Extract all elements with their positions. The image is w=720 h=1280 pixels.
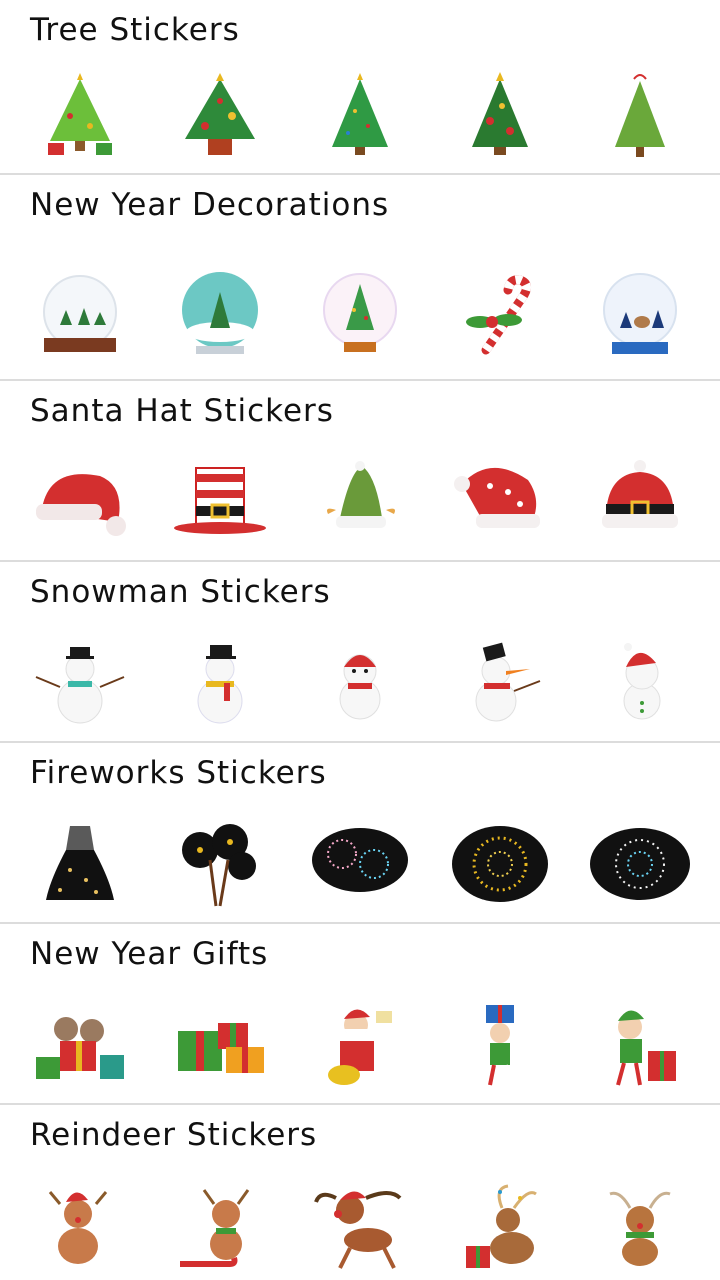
santa-icon [328, 1009, 392, 1085]
sticker[interactable] [305, 998, 415, 1094]
christmas-tree-icon [472, 72, 528, 155]
sticker[interactable] [445, 68, 555, 164]
elf-icon [486, 1005, 514, 1086]
sticker[interactable] [25, 634, 135, 730]
sticker-row [0, 634, 720, 730]
santa-hat-icon [602, 460, 678, 528]
sticker-pack-list: Tree Stickers New Year Decorations Santa… [0, 0, 720, 1280]
snowman-icon [35, 647, 125, 724]
sticker[interactable] [25, 998, 135, 1094]
pack-new-year-decorations[interactable]: New Year Decorations [0, 175, 720, 381]
snow-globe-icon [43, 275, 117, 352]
sticker[interactable] [585, 998, 695, 1094]
snow-globe-icon [603, 273, 677, 354]
sticker[interactable] [165, 817, 275, 913]
candy-cane-icon [466, 275, 531, 355]
pack-tree-stickers[interactable]: Tree Stickers [0, 0, 720, 175]
santa-hat-icon [36, 474, 126, 536]
snow-globe-icon [182, 272, 258, 354]
sticker[interactable] [445, 817, 555, 913]
christmas-tree-icon [48, 73, 112, 155]
sticker[interactable] [25, 453, 135, 549]
gift-icon [36, 1017, 124, 1079]
christmas-tree-icon [185, 73, 255, 155]
sticker[interactable] [25, 267, 135, 363]
pack-title: Reindeer Stickers [30, 1117, 318, 1153]
sticker[interactable] [165, 267, 275, 363]
sticker[interactable] [445, 267, 555, 363]
elf-hat-icon [327, 461, 395, 528]
sticker[interactable] [445, 453, 555, 549]
pack-title: Snowman Stickers [30, 574, 331, 610]
sticker[interactable] [165, 453, 275, 549]
snowman-icon [197, 645, 243, 724]
sticker[interactable] [585, 68, 695, 164]
sticker[interactable] [165, 68, 275, 164]
sticker[interactable] [585, 1181, 695, 1277]
sticker[interactable] [305, 68, 415, 164]
sticker[interactable] [25, 1181, 135, 1277]
firework-burst-icon [590, 828, 690, 900]
snowman-icon [623, 643, 661, 720]
sticker-row [0, 267, 720, 363]
christmas-tree-icon [332, 73, 388, 155]
fireworks-icon [312, 828, 408, 892]
sticker[interactable] [305, 267, 415, 363]
reindeer-icon [466, 1184, 537, 1268]
sticker[interactable] [165, 634, 275, 730]
gift-boxes-icon [178, 1023, 264, 1073]
snow-globe-icon [323, 273, 397, 352]
sticker[interactable] [585, 267, 695, 363]
elf-icon [616, 1010, 676, 1086]
sticker[interactable] [305, 634, 415, 730]
snowman-icon [475, 642, 541, 722]
reindeer-icon [180, 1189, 250, 1267]
sticker-row [0, 998, 720, 1094]
pack-title: New Year Decorations [30, 187, 390, 223]
sparkler-icon [182, 824, 256, 907]
pack-new-year-gifts[interactable]: New Year Gifts [0, 924, 720, 1105]
reindeer-icon [314, 1191, 402, 1269]
sticker[interactable] [585, 817, 695, 913]
sticker-row [0, 453, 720, 549]
firework-rocket-icon [46, 826, 114, 900]
sticker[interactable] [305, 1181, 415, 1277]
sticker[interactable] [25, 68, 135, 164]
pack-santa-hat-stickers[interactable]: Santa Hat Stickers [0, 381, 720, 562]
sticker[interactable] [305, 453, 415, 549]
reindeer-icon [48, 1191, 108, 1264]
sticker[interactable] [445, 1181, 555, 1277]
sticker[interactable] [25, 817, 135, 913]
sticker[interactable] [305, 817, 415, 913]
pack-title: Santa Hat Stickers [30, 393, 334, 429]
pack-title: Fireworks Stickers [30, 755, 327, 791]
reindeer-icon [609, 1191, 671, 1266]
firework-burst-icon [452, 826, 548, 902]
pack-fireworks-stickers[interactable]: Fireworks Stickers [0, 743, 720, 924]
sticker[interactable] [165, 998, 275, 1094]
christmas-tree-icon [615, 74, 665, 157]
pack-title: New Year Gifts [30, 936, 269, 972]
pack-snowman-stickers[interactable]: Snowman Stickers [0, 562, 720, 743]
sticker[interactable] [585, 453, 695, 549]
sticker-row [0, 817, 720, 913]
sticker[interactable] [445, 634, 555, 730]
pack-reindeer-stickers[interactable]: Reindeer Stickers [0, 1105, 720, 1280]
sticker-row [0, 68, 720, 164]
santa-hat-icon [454, 467, 540, 528]
sticker[interactable] [585, 634, 695, 730]
sticker[interactable] [165, 1181, 275, 1277]
top-hat-icon [174, 467, 266, 534]
sticker-row [0, 1181, 720, 1277]
snowman-icon [339, 654, 381, 720]
pack-title: Tree Stickers [30, 12, 240, 48]
sticker[interactable] [445, 998, 555, 1094]
